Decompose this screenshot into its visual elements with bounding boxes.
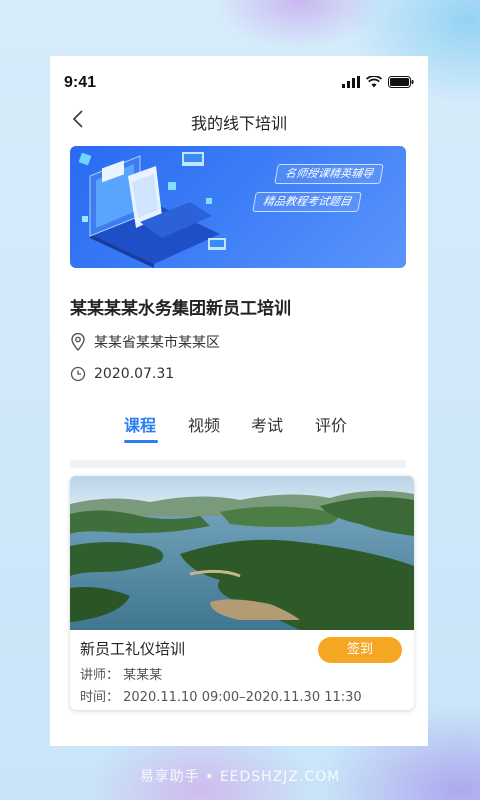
banner-tag-1: 名师授课精英辅导 (274, 164, 384, 184)
tab-reviews[interactable]: 评价 (315, 412, 347, 436)
nav-bar: 我的线下培训 (50, 104, 428, 144)
clock-icon (70, 366, 86, 382)
tab-courses[interactable]: 课程 (124, 412, 156, 436)
wifi-icon (366, 76, 382, 88)
promo-banner[interactable]: 名师授课精英辅导 精品教程考试题目 (70, 146, 406, 268)
date-row: 2020.07.31 (70, 366, 174, 382)
status-icons (342, 76, 414, 88)
tab-bar: 课程 视频 考试 评价 (50, 412, 428, 448)
session-card[interactable]: 新员工礼仪培训 签到 讲师： 某某某 时间： 2020.11.10 09:00–… (70, 476, 414, 710)
status-bar: 9:41 (50, 56, 428, 106)
tab-videos[interactable]: 视频 (188, 412, 220, 436)
status-time: 9:41 (64, 74, 97, 91)
lake-landscape-image (70, 476, 414, 630)
location-text: 某某省某某市某某区 (94, 335, 220, 351)
course-title: 某某某某水务集团新员工培训 (70, 299, 291, 319)
banner-tag-2: 精品教程考试题目 (252, 192, 362, 212)
section-divider (70, 460, 406, 468)
tab-exams[interactable]: 考试 (251, 412, 283, 436)
battery-icon (388, 76, 414, 88)
session-time-text: 时间： 2020.11.10 09:00–2020.11.30 11:30 (80, 690, 362, 705)
session-title: 新员工礼仪培训 (80, 640, 186, 658)
date-text: 2020.07.31 (94, 366, 175, 382)
watermark: 易享助手 • EEDSHZJZ.COM (139, 769, 341, 785)
location-pin-icon (71, 333, 85, 351)
page-title: 我的线下培训 (190, 114, 287, 133)
lecturer-text: 讲师： 某某某 (80, 668, 163, 683)
tab-active-indicator (124, 440, 158, 443)
signin-button[interactable]: 签到 (318, 637, 402, 663)
location-row: 某某省某某市某某区 (70, 332, 220, 352)
app-screen: 9:41 我的线下培训 名师授课精英辅导 精品教程考试题目 某某某某水务集团新员… (50, 56, 428, 746)
signal-icon (342, 76, 360, 88)
